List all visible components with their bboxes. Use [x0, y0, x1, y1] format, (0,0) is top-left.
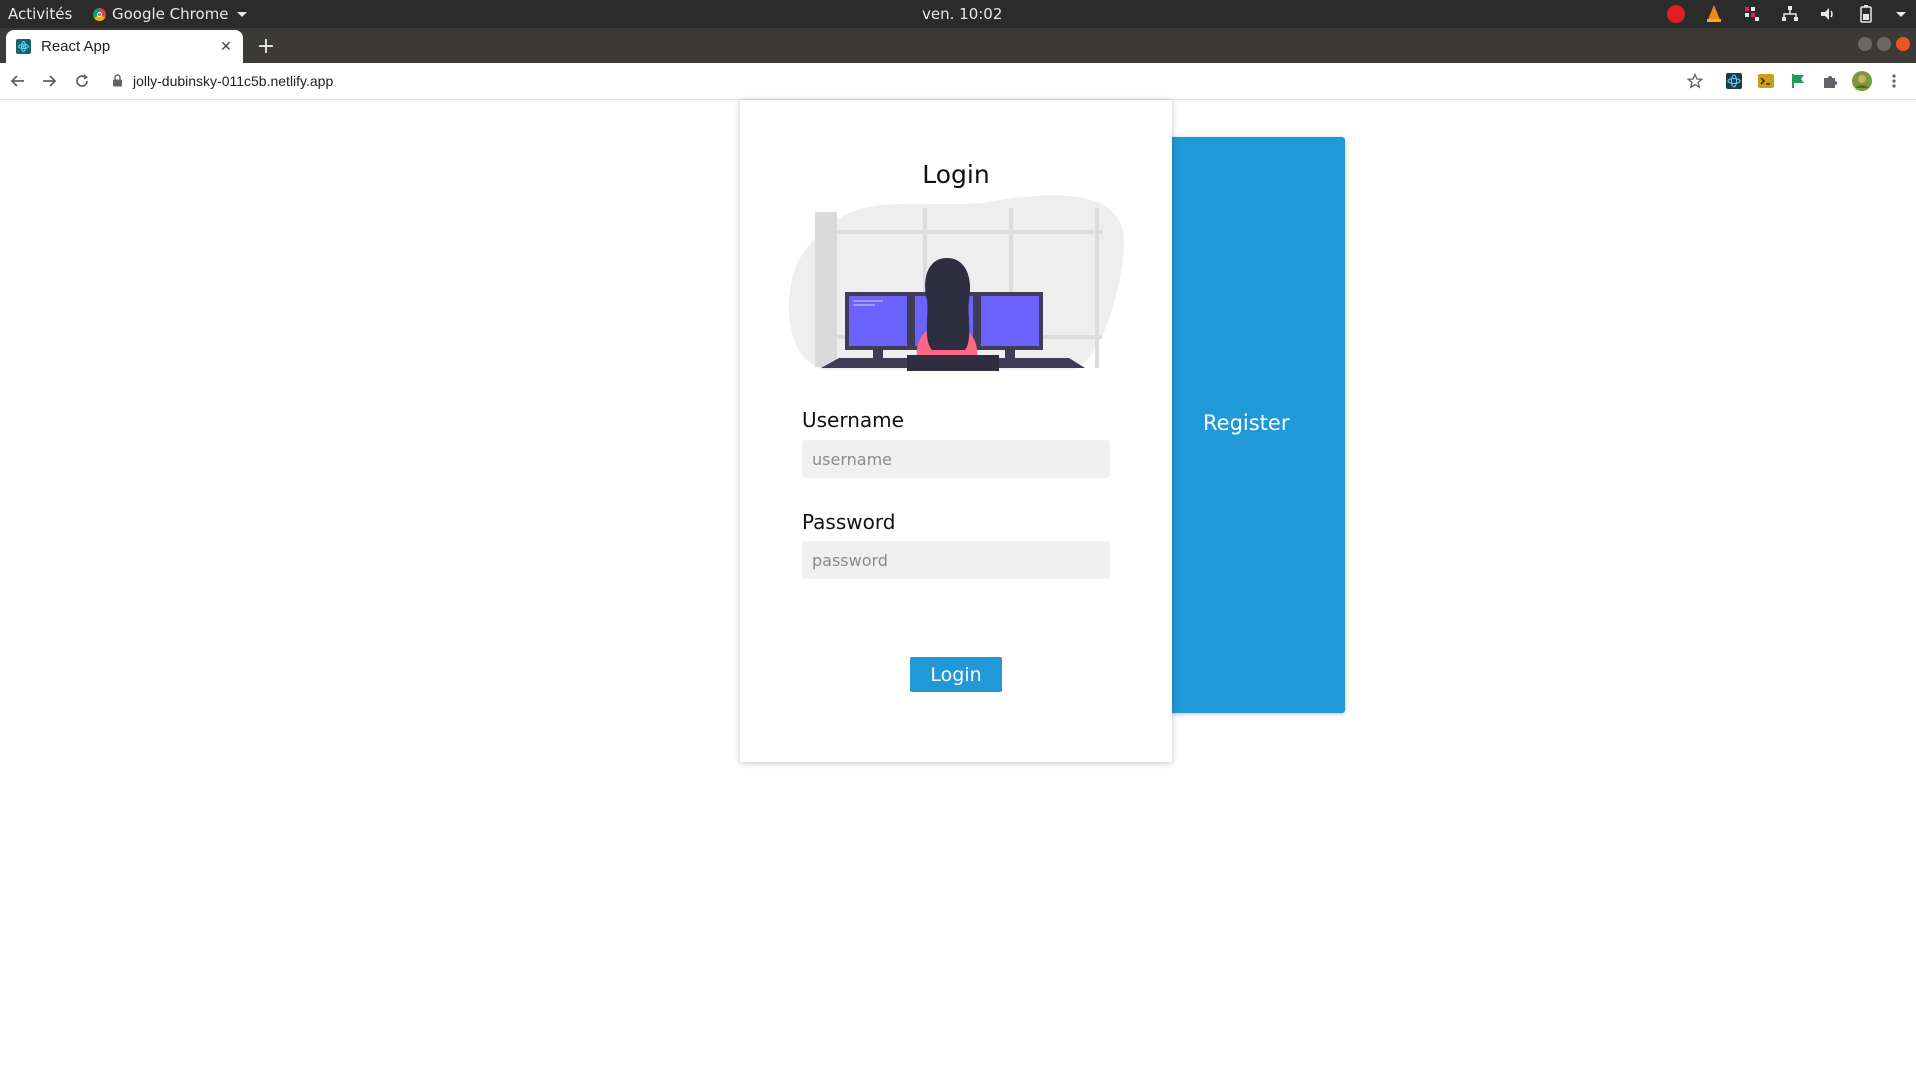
minimize-icon[interactable]: [1858, 37, 1872, 51]
tab-close-icon[interactable]: ✕: [217, 38, 235, 56]
battery-icon[interactable]: [1856, 4, 1876, 24]
browser-toolbar: jolly-dubinsky-011c5b.netlify.app: [0, 63, 1916, 100]
network-icon[interactable]: [1780, 4, 1800, 24]
tab-title: React App: [41, 38, 111, 55]
chevron-down-icon: [236, 11, 247, 17]
workspace-illustration: [788, 195, 1125, 371]
login-card: Login Username Password Login: [740, 100, 1172, 762]
react-devtools-extension-icon[interactable]: [1723, 70, 1745, 92]
volume-icon[interactable]: [1818, 4, 1838, 24]
clock[interactable]: ven. 10:02: [922, 5, 1002, 23]
system-tray: [1666, 3, 1906, 25]
reload-icon[interactable]: [70, 69, 94, 93]
app-menu[interactable]: Google Chrome: [93, 5, 247, 23]
activities-button[interactable]: Activités: [8, 5, 72, 23]
username-input[interactable]: [802, 440, 1110, 478]
flag-extension-icon[interactable]: [1787, 70, 1809, 92]
record-icon[interactable]: [1666, 4, 1686, 24]
terminal-extension-icon[interactable]: [1755, 70, 1777, 92]
close-window-icon[interactable]: [1896, 37, 1910, 51]
register-link[interactable]: Register: [1203, 411, 1289, 435]
login-title: Login: [922, 160, 990, 189]
vlc-icon[interactable]: [1704, 4, 1724, 24]
forward-icon[interactable]: [37, 69, 61, 93]
password-input[interactable]: [802, 541, 1110, 579]
system-menu-chevron-icon[interactable]: [1896, 11, 1906, 17]
password-label: Password: [802, 510, 896, 534]
window-controls: [1858, 37, 1910, 51]
slack-icon[interactable]: [1742, 4, 1762, 24]
bookmark-star-icon[interactable]: [1683, 69, 1707, 93]
react-favicon-icon: [16, 39, 31, 54]
system-top-bar: Activités Google Chrome ven. 10:02: [0, 0, 1916, 28]
tab-react-app[interactable]: React App ✕: [6, 30, 243, 63]
new-tab-icon[interactable]: +: [254, 34, 278, 59]
username-label: Username: [802, 408, 904, 432]
login-button[interactable]: Login: [910, 657, 1002, 692]
address-bar[interactable]: jolly-dubinsky-011c5b.netlify.app: [106, 67, 1696, 95]
profile-avatar[interactable]: [1851, 70, 1873, 92]
back-icon[interactable]: [6, 69, 30, 93]
url-text: jolly-dubinsky-011c5b.netlify.app: [133, 73, 334, 89]
extensions-puzzle-icon[interactable]: [1819, 70, 1841, 92]
chrome-icon: [93, 7, 106, 21]
app-menu-label: Google Chrome: [112, 5, 229, 23]
tab-strip: React App ✕ +: [0, 28, 1916, 63]
maximize-icon[interactable]: [1877, 37, 1891, 51]
chrome-menu-icon[interactable]: [1883, 70, 1905, 92]
lock-icon[interactable]: [112, 72, 123, 91]
